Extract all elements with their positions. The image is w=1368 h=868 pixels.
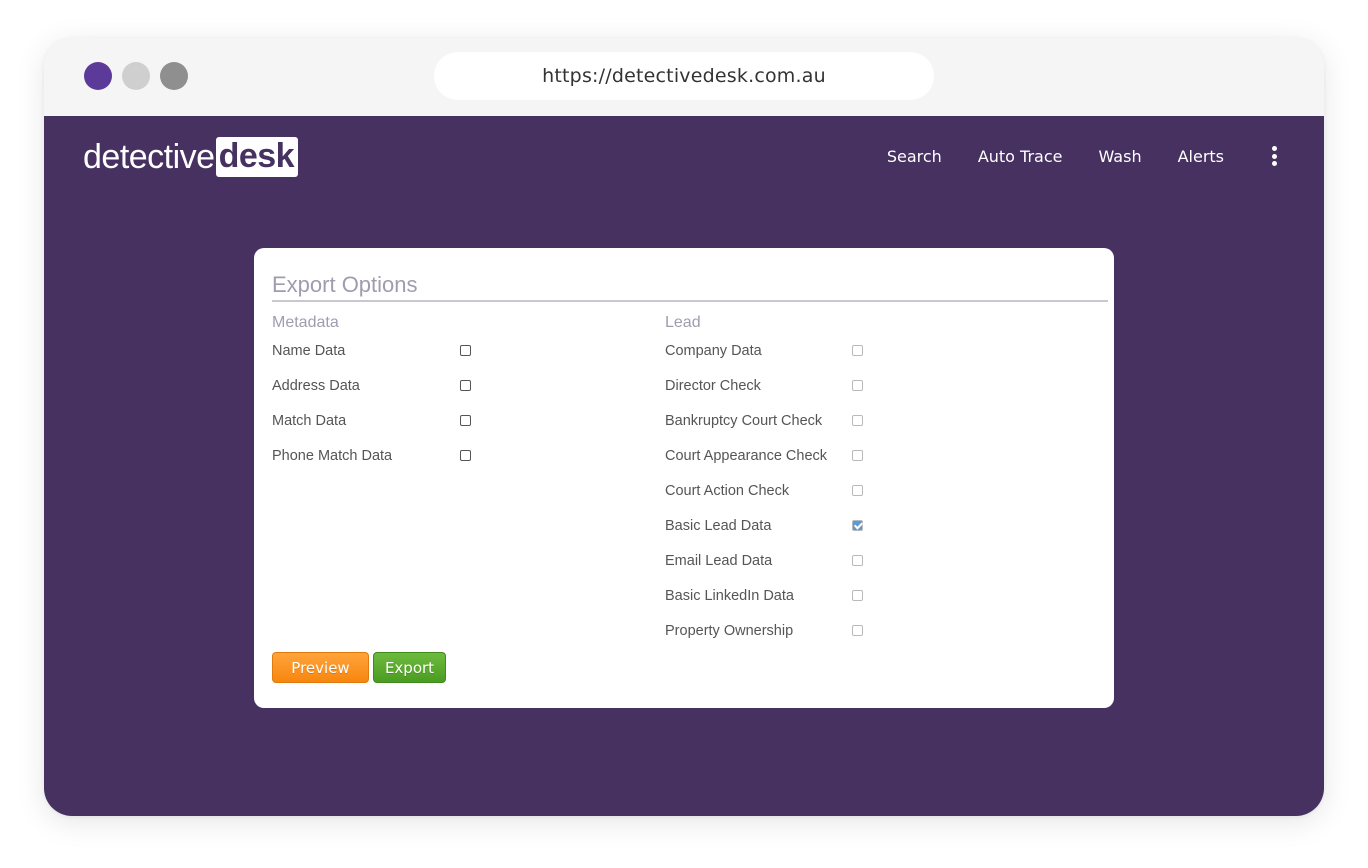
lead-option-label: Court Action Check <box>665 482 790 499</box>
lead-option-row: Director Check <box>665 368 875 403</box>
browser-window: https://detectivedesk.com.au detective de… <box>44 38 1324 816</box>
lead-option-row: Basic Lead Data <box>665 508 875 543</box>
lead-option-label: Email Lead Data <box>665 552 773 569</box>
lead-option-label: Company Data <box>665 342 762 359</box>
nav-alerts[interactable]: Alerts <box>1178 147 1224 166</box>
lead-option-row: Email Lead Data <box>665 543 875 578</box>
minimize-window-icon[interactable] <box>122 62 150 90</box>
preview-button[interactable]: Preview <box>272 652 369 683</box>
metadata-column: Metadata Name Data Address Data Match Data… <box>272 314 482 473</box>
metadata-option-label: Name Data <box>272 342 346 359</box>
lead-option-checkbox[interactable] <box>852 555 863 566</box>
nav-auto-trace[interactable]: Auto Trace <box>978 147 1063 166</box>
metadata-option-checkbox[interactable] <box>460 380 471 391</box>
lead-option-label: Director Check <box>665 377 761 394</box>
metadata-option-row: Match Data <box>272 403 482 438</box>
metadata-option-checkbox[interactable] <box>460 415 471 426</box>
maximize-window-icon[interactable] <box>160 62 188 90</box>
lead-option-label: Basic LinkedIn Data <box>665 587 794 604</box>
site-logo[interactable]: detective desk <box>83 137 299 177</box>
lead-option-checkbox[interactable] <box>852 520 863 531</box>
export-button[interactable]: Export <box>373 652 446 683</box>
lead-option-row: Basic LinkedIn Data <box>665 578 875 613</box>
metadata-option-row: Address Data <box>272 368 482 403</box>
main-nav: Search Auto Trace Wash Alerts <box>851 144 1280 168</box>
lead-option-label: Basic Lead Data <box>665 517 772 534</box>
lead-option-checkbox[interactable] <box>852 590 863 601</box>
browser-toolbar: https://detectivedesk.com.au <box>44 38 1324 116</box>
lead-option-row: Court Appearance Check <box>665 438 875 473</box>
panel-title: Export Options <box>272 272 1108 302</box>
lead-option-row: Court Action Check <box>665 473 875 508</box>
metadata-option-row: Phone Match Data <box>272 438 482 473</box>
lead-option-checkbox[interactable] <box>852 380 863 391</box>
lead-option-row: Company Data <box>665 333 875 368</box>
lead-option-label: Bankruptcy Court Check <box>665 412 823 429</box>
metadata-option-label: Address Data <box>272 377 360 394</box>
lead-option-checkbox[interactable] <box>852 450 863 461</box>
lead-option-row: Bankruptcy Court Check <box>665 403 875 438</box>
lead-option-label: Court Appearance Check <box>665 447 828 464</box>
metadata-option-label: Phone Match Data <box>272 447 393 464</box>
address-bar[interactable]: https://detectivedesk.com.au <box>434 52 934 100</box>
nav-wash[interactable]: Wash <box>1099 147 1142 166</box>
lead-option-label: Property Ownership <box>665 622 794 639</box>
export-options-panel: Export Options Metadata Name Data Address… <box>254 248 1114 708</box>
lead-option-checkbox[interactable] <box>852 485 863 496</box>
metadata-option-label: Match Data <box>272 412 347 429</box>
lead-option-checkbox[interactable] <box>852 345 863 356</box>
lead-option-row: Property Ownership <box>665 613 875 648</box>
lead-option-checkbox[interactable] <box>852 625 863 636</box>
metadata-option-row: Name Data <box>272 333 482 368</box>
logo-text-detective: detective <box>83 137 215 176</box>
logo-text-desk: desk <box>215 137 299 177</box>
metadata-option-checkbox[interactable] <box>460 450 471 461</box>
kebab-menu-icon[interactable] <box>1268 144 1280 168</box>
lead-option-checkbox[interactable] <box>852 415 863 426</box>
nav-search[interactable]: Search <box>887 147 942 166</box>
site-content: detective desk Search Auto Trace Wash Ale… <box>44 116 1324 816</box>
lead-column: Lead Company Data Director Check Bankruptc… <box>665 314 875 648</box>
metadata-option-checkbox[interactable] <box>460 345 471 356</box>
close-window-icon[interactable] <box>84 62 112 90</box>
